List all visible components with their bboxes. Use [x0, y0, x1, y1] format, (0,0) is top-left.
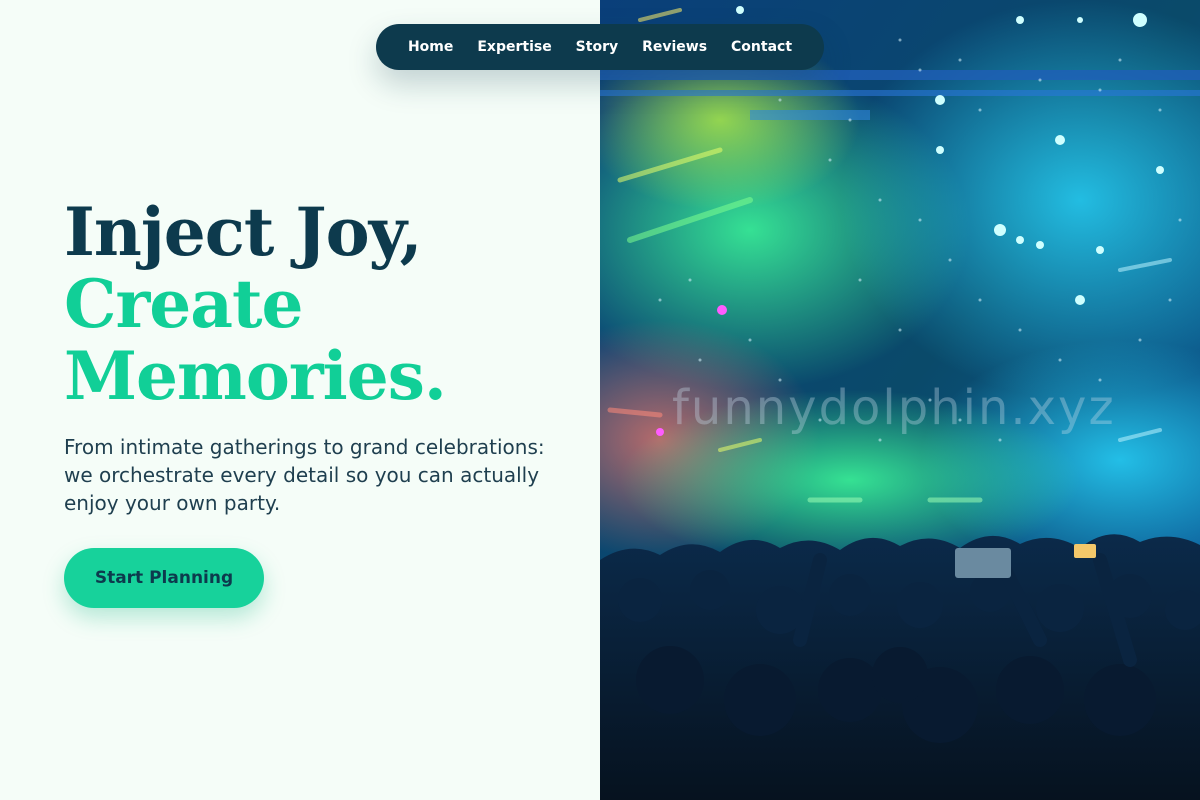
nav-contact-link[interactable]: Contact [731, 39, 792, 55]
nav-expertise-link[interactable]: Expertise [477, 39, 551, 55]
main-navigation: Home Expertise Story Reviews Contact [376, 24, 824, 70]
nav-reviews-link[interactable]: Reviews [642, 39, 707, 55]
concert-crowd-image [600, 0, 1200, 800]
nav-home-link[interactable]: Home [408, 39, 453, 55]
hero-text-panel: Inject Joy, Create Memories. From intima… [0, 0, 600, 800]
hero-title-line-1: Inject Joy, [64, 193, 423, 271]
nav-story-link[interactable]: Story [576, 39, 618, 55]
hero-title-line-2: Create [64, 265, 304, 343]
hero-title: Inject Joy, Create Memories. [64, 196, 584, 412]
start-planning-button[interactable]: Start Planning [64, 548, 264, 608]
hero-title-line-3: Memories. [64, 337, 447, 415]
concert-scene-graphic [600, 0, 1200, 800]
hero-subtitle: From intimate gatherings to grand celebr… [64, 435, 545, 515]
